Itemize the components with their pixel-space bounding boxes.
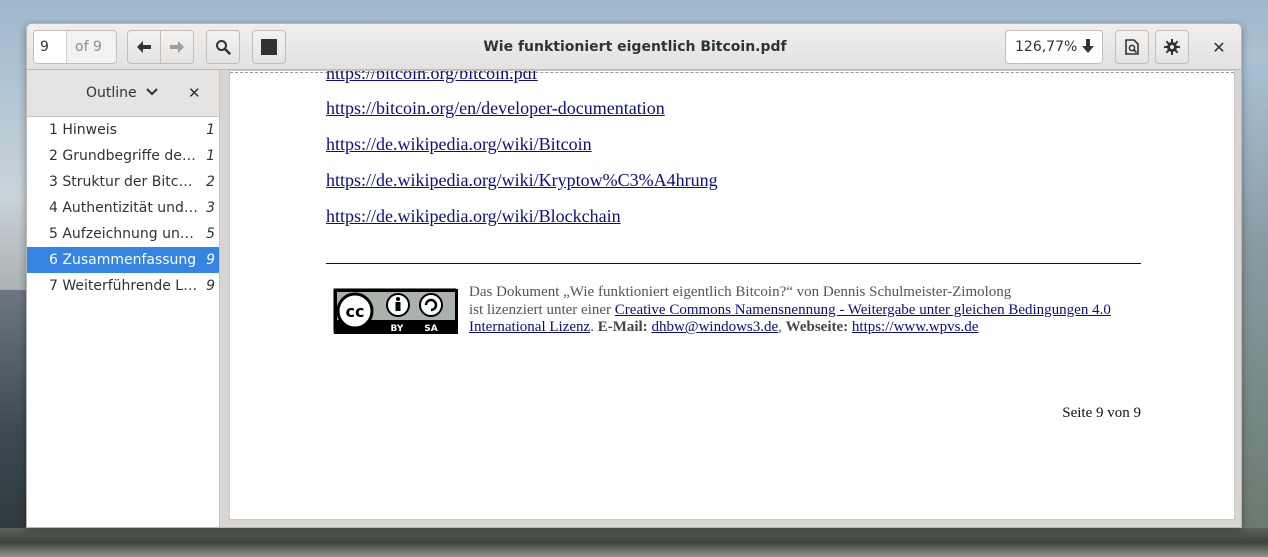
document-view[interactable]: https://bitcoin.org/bitcoin.pdf https://… (220, 70, 1241, 527)
page-selector: of 9 (33, 30, 117, 64)
license-line1: Das Dokument „Wie funktioniert eigentlic… (469, 284, 1012, 300)
reference-link[interactable]: https://de.wikipedia.org/wiki/Bitcoin (326, 134, 592, 155)
arrow-left-icon (137, 41, 151, 53)
website-link[interactable]: https://www.wpvs.de (852, 319, 979, 335)
page-number-input[interactable] (34, 31, 67, 63)
outline-item[interactable]: 5 Aufzeichnung und Verifizierung 5 (27, 221, 219, 247)
close-window-button[interactable]: ✕ (1207, 30, 1231, 64)
license-line2-prefix: ist lizenziert unter einer (469, 301, 615, 318)
zoom-value: 126,77% (1015, 39, 1078, 55)
svg-text:BY: BY (391, 324, 404, 334)
desktop-background-right (1242, 60, 1268, 530)
reference-link[interactable]: https://de.wikipedia.org/wiki/Kryptow%C3… (326, 170, 718, 191)
desktop-background-left (0, 290, 26, 530)
pdf-page: https://bitcoin.org/bitcoin.pdf https://… (229, 70, 1235, 520)
svg-text:SA: SA (424, 324, 437, 334)
sidebar-header: Outline ✕ (27, 70, 219, 117)
outline-item[interactable]: 1 Hinweis 1 (27, 117, 219, 143)
sidebar: Outline ✕ 1 Hinweis 1 2 Grundbegriffe de… (27, 70, 220, 527)
stop-icon (261, 39, 277, 55)
license-notice: Das Dokument „Wie funktioniert eigentlic… (469, 284, 1111, 335)
desktop-background-bottom (0, 528, 1268, 557)
website-label: Webseite: (785, 319, 849, 335)
search-button[interactable] (206, 30, 240, 64)
page-footer: Seite 9 von 9 (1062, 405, 1141, 421)
cc-license-logo: cc BY SA (333, 288, 458, 334)
chevron-down-icon[interactable] (146, 88, 158, 96)
outline-dropdown-label[interactable]: Outline (86, 70, 137, 116)
gear-icon (1164, 39, 1180, 55)
email-link[interactable]: dhbw@windows3.de (651, 319, 778, 335)
outline-item-selected[interactable]: 6 Zusammenfassung 9 (27, 247, 219, 273)
outline-item[interactable]: 3 Struktur der Bitcoin-Transaktionen 2 (27, 169, 219, 195)
next-page-button[interactable] (160, 30, 194, 64)
email-label: E-Mail: (597, 319, 648, 335)
window-title: Wie funktioniert eigentlich Bitcoin.pdf (483, 39, 787, 55)
presentation-button[interactable] (252, 30, 286, 64)
outline-item[interactable]: 4 Authentizität und Integrität 3 (27, 195, 219, 221)
document-icon (1125, 39, 1139, 55)
close-sidebar-button[interactable]: ✕ (188, 70, 201, 116)
previous-page-button[interactable] (127, 30, 161, 64)
reference-link[interactable]: https://bitcoin.org/bitcoin.pdf (326, 71, 538, 84)
close-icon: ✕ (1212, 37, 1226, 57)
document-viewer-window: of 9 Wie funktioniert eigentlich Bitcoin… (26, 23, 1242, 528)
horizontal-rule (326, 263, 1141, 264)
outline-item[interactable]: 2 Grundbegriffe der Kryptografie 1 (27, 143, 219, 169)
zoom-selector[interactable]: 126,77% (1005, 30, 1103, 64)
search-icon (216, 40, 231, 55)
menu-button[interactable] (1155, 30, 1189, 64)
outline-list: 1 Hinweis 1 2 Grundbegriffe der Kryptogr… (27, 117, 219, 299)
reference-link[interactable]: https://de.wikipedia.org/wiki/Blockchain (326, 206, 621, 227)
header-bar: of 9 Wie funktioniert eigentlich Bitcoin… (27, 24, 1241, 70)
page-total-label: of 9 (67, 31, 116, 63)
arrow-down-icon (1082, 39, 1094, 53)
arrow-right-icon (170, 41, 184, 53)
reference-link[interactable]: https://bitcoin.org/en/developer-documen… (326, 98, 665, 119)
document-properties-button[interactable] (1115, 30, 1149, 64)
outline-item[interactable]: 7 Weiterführende Links 9 (27, 273, 219, 299)
svg-text:cc: cc (346, 302, 365, 321)
